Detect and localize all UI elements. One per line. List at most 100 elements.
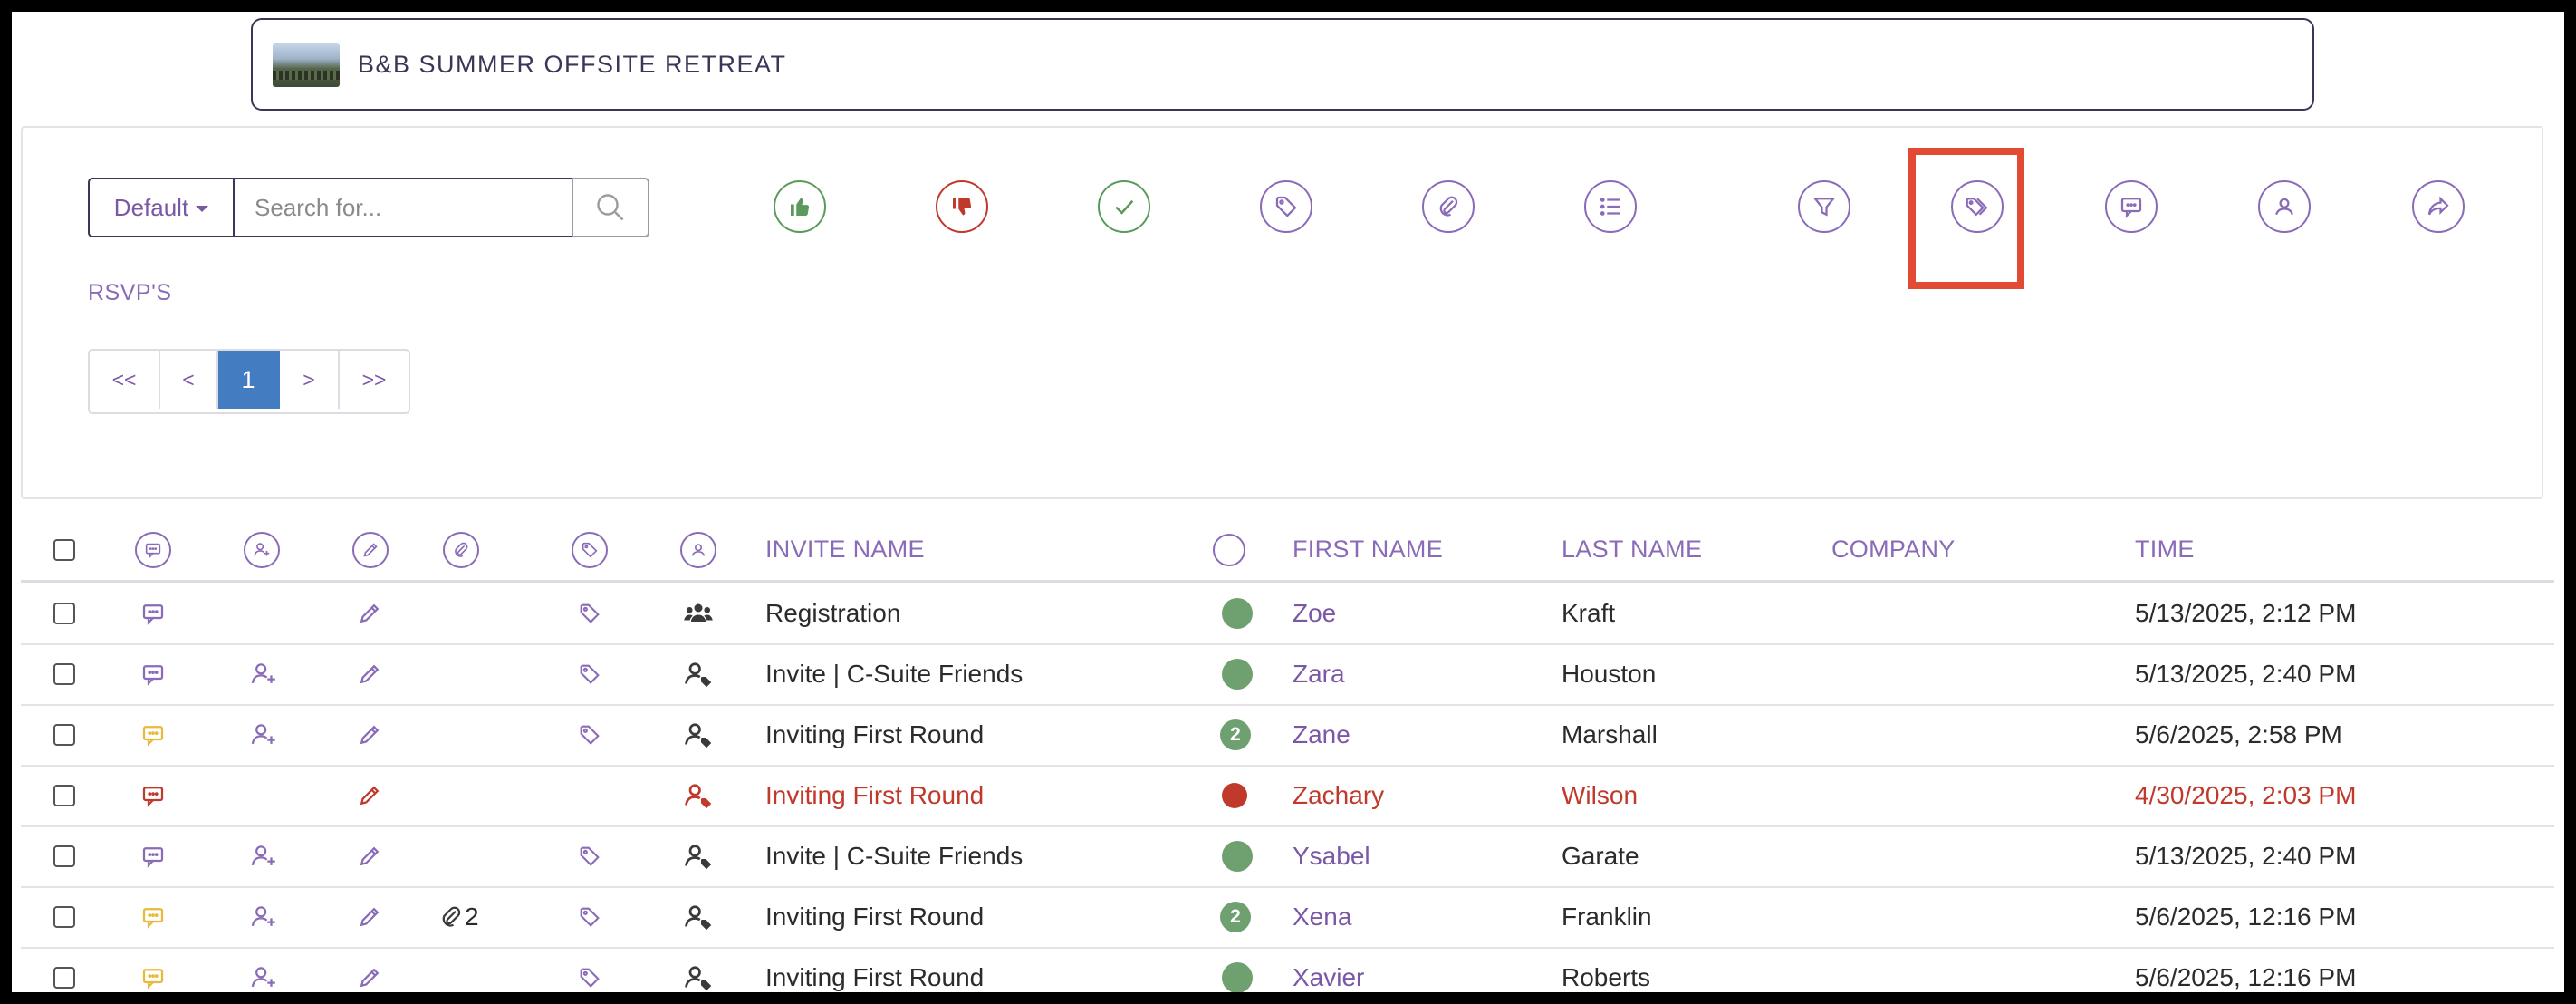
header-first-name[interactable]: FIRST NAME [1293, 519, 1443, 580]
event-title-bar[interactable]: B&B SUMMER OFFSITE RETREAT [251, 18, 2314, 111]
toolbar-list-button[interactable] [1584, 180, 1637, 233]
row-invite-name[interactable]: Invite | C-Suite Friends [765, 825, 1023, 886]
table-row[interactable]: Invite | C-Suite Friends Ysabel Garate 5/13… [21, 825, 2554, 888]
row-add-user-button[interactable] [248, 886, 279, 947]
row-first-name[interactable]: Xena [1293, 886, 1351, 947]
row-first-name[interactable]: Zara [1293, 643, 1345, 704]
toolbar-filter-button[interactable] [1798, 180, 1850, 233]
toolbar-paperclip-button[interactable] [1422, 180, 1475, 233]
header-time[interactable]: TIME [2135, 519, 2195, 580]
row-tag-button[interactable] [577, 583, 602, 643]
row-invite-type-button[interactable] [682, 583, 715, 643]
row-comment-button[interactable] [139, 583, 167, 643]
row-invite-type-button[interactable] [682, 886, 715, 947]
row-comment-button[interactable] [139, 886, 167, 947]
row-invite-name[interactable]: Inviting First Round [765, 886, 984, 947]
row-comment-button[interactable] [139, 825, 167, 886]
row-tag-button[interactable] [577, 704, 602, 765]
table-row[interactable]: Registration Zoe Kraft 5/13/2025, 2:12 PM [21, 583, 2554, 645]
page-next-button[interactable]: > [280, 351, 340, 409]
row-checkbox[interactable] [53, 966, 75, 989]
page-prev-button[interactable]: < [160, 351, 218, 409]
row-tag-button[interactable] [577, 643, 602, 704]
header-invite-name[interactable]: INVITE NAME [765, 519, 925, 580]
row-comment-button[interactable] [139, 765, 167, 825]
row-invite-name[interactable]: Inviting First Round [765, 704, 984, 765]
row-first-name[interactable]: Zane [1293, 704, 1350, 765]
header-last-name[interactable]: LAST NAME [1562, 519, 1702, 580]
toolbar-check-button[interactable] [1098, 180, 1150, 233]
row-first-name[interactable]: Zachary [1293, 765, 1384, 825]
toolbar-thumbs-down-button[interactable] [936, 180, 988, 233]
row-tag-button[interactable] [577, 886, 602, 947]
row-checkbox[interactable] [53, 784, 75, 806]
row-first-name[interactable]: Xavier [1293, 947, 1364, 992]
row-tag-button[interactable] [577, 825, 602, 886]
row-checkbox[interactable] [53, 905, 75, 928]
row-comment-button[interactable] [139, 643, 167, 704]
header-paperclip-icon[interactable] [443, 531, 479, 568]
row-first-name[interactable]: Zoe [1293, 583, 1336, 643]
table-row[interactable]: 2 Inviting First Round 2 Xena Franklin 5/6/20… [21, 886, 2554, 949]
table-row[interactable]: Inviting First Round Zachary Wilson 4/30/20… [21, 765, 2554, 827]
status-indicator[interactable] [1222, 782, 1247, 808]
header-company[interactable]: COMPANY [1831, 519, 1956, 580]
row-invite-name[interactable]: Invite | C-Suite Friends [765, 643, 1023, 704]
row-invite-type-button[interactable] [682, 643, 715, 704]
table-row[interactable]: Invite | C-Suite Friends Zara Houston 5/13/… [21, 643, 2554, 706]
status-indicator[interactable]: 2 [1220, 901, 1251, 932]
row-edit-button[interactable] [356, 947, 383, 992]
header-comment-icon[interactable] [135, 531, 171, 568]
header-add-user-icon[interactable] [244, 531, 280, 568]
row-edit-button[interactable] [356, 704, 383, 765]
row-edit-button[interactable] [356, 583, 383, 643]
row-comment-button[interactable] [139, 704, 167, 765]
row-invite-name[interactable]: Registration [765, 583, 900, 643]
page-first-button[interactable]: << [90, 351, 160, 409]
toolbar-tag-button[interactable] [1260, 180, 1312, 233]
row-add-user-button[interactable] [248, 643, 279, 704]
row-checkbox[interactable] [53, 723, 75, 746]
row-first-name[interactable]: Ysabel [1293, 825, 1370, 886]
row-add-user-button[interactable] [248, 825, 279, 886]
table-row[interactable]: Inviting First Round Xavier Roberts 5/6/202… [21, 947, 2554, 992]
toolbar-user-button[interactable] [2258, 180, 2311, 233]
search-button[interactable] [572, 178, 649, 237]
status-indicator[interactable]: 2 [1220, 719, 1251, 750]
page-current-button[interactable]: 1 [218, 351, 280, 409]
row-attachments-button[interactable]: 2 [437, 886, 479, 947]
search-input[interactable] [235, 178, 572, 237]
page-last-button[interactable]: >> [340, 351, 409, 409]
header-user-icon[interactable] [680, 531, 716, 568]
header-status-circle-icon[interactable] [1213, 533, 1245, 566]
toolbar-comment-button[interactable] [2105, 180, 2158, 233]
row-edit-button[interactable] [356, 825, 383, 886]
row-add-user-button[interactable] [248, 947, 279, 992]
row-invite-type-button[interactable] [682, 704, 715, 765]
status-indicator[interactable] [1222, 840, 1253, 872]
status-indicator[interactable] [1222, 597, 1253, 629]
row-checkbox[interactable] [53, 845, 75, 867]
rsvp-link[interactable]: RSVP'S [88, 280, 172, 306]
status-indicator[interactable] [1222, 658, 1253, 690]
row-checkbox[interactable] [53, 662, 75, 685]
row-invite-name[interactable]: Inviting First Round [765, 947, 984, 992]
row-tag-button[interactable] [577, 947, 602, 992]
row-edit-button[interactable] [356, 765, 383, 825]
row-comment-button[interactable] [139, 947, 167, 992]
row-edit-button[interactable] [356, 643, 383, 704]
table-row[interactable]: Inviting First Round 2 Zane Marshall 5/6/202… [21, 704, 2554, 767]
default-view-dropdown[interactable]: Default [88, 178, 235, 237]
select-all-checkbox[interactable] [53, 538, 75, 561]
row-invite-type-button[interactable] [682, 947, 715, 992]
status-indicator[interactable] [1222, 961, 1253, 992]
row-add-user-button[interactable] [248, 704, 279, 765]
header-tag-icon[interactable] [572, 531, 608, 568]
row-invite-name[interactable]: Inviting First Round [765, 765, 984, 825]
toolbar-share-button[interactable] [2412, 180, 2465, 233]
row-invite-type-button[interactable] [682, 825, 715, 886]
toolbar-thumbs-up-button[interactable] [774, 180, 826, 233]
header-pencil-icon[interactable] [352, 531, 389, 568]
row-checkbox[interactable] [53, 602, 75, 624]
row-invite-type-button[interactable] [682, 765, 715, 825]
